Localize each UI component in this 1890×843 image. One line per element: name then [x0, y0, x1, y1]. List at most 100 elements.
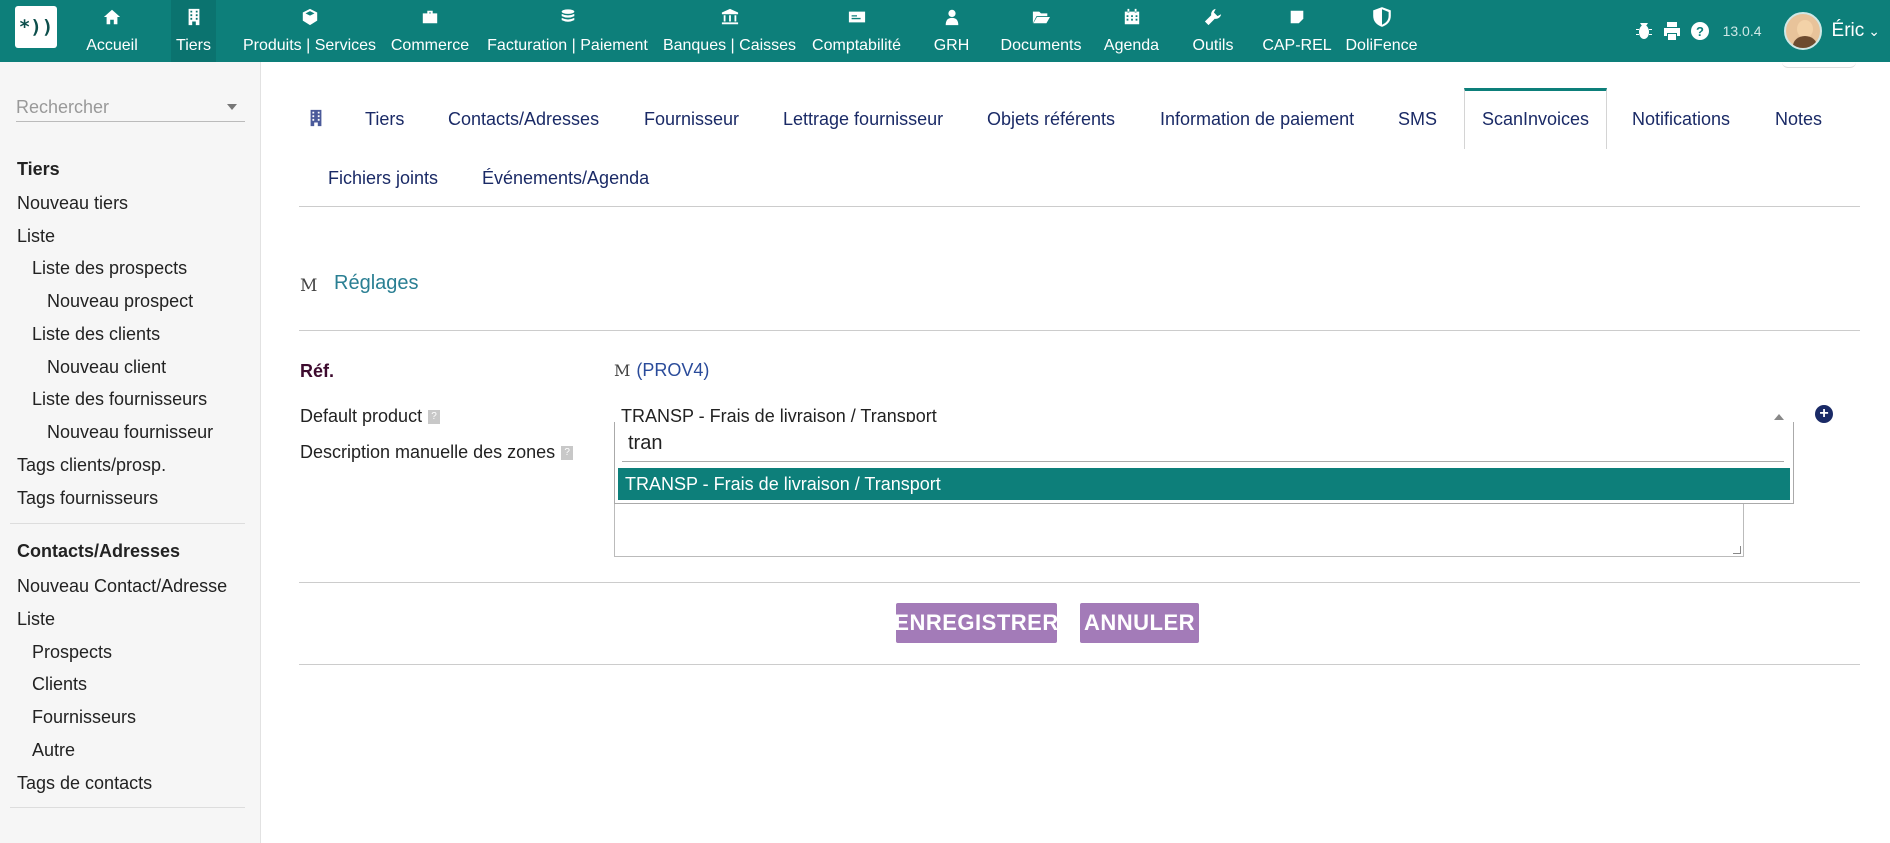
menu-label: Comptabilité [812, 37, 901, 54]
user-tie-icon [943, 6, 961, 28]
ref-label: Réf. [300, 361, 335, 381]
menu-accueil[interactable]: Accueil [84, 0, 140, 62]
sidebar-search-select[interactable]: Rechercher [16, 92, 245, 122]
print-icon[interactable] [1661, 20, 1683, 42]
sidebar-item-prospects[interactable]: Prospects [32, 642, 112, 663]
help-icon[interactable]: ? [1689, 20, 1711, 42]
resize-handle-icon[interactable] [1733, 546, 1741, 554]
section-divider [299, 330, 1860, 331]
main-content: Tiers Contacts/Adresses Fournisseur Lett… [262, 62, 1890, 843]
coins-icon [559, 6, 577, 28]
username[interactable]: Éric [1832, 20, 1865, 42]
sidebar-item-liste-fournisseurs[interactable]: Liste des fournisseurs [32, 389, 207, 410]
cube-icon [301, 6, 319, 28]
module-icon: M [614, 361, 631, 380]
dolibarr-logo[interactable]: *)) [15, 6, 57, 48]
sidebar-item-tags-contacts[interactable]: Tags de contacts [17, 773, 152, 794]
menu-documents[interactable]: Documents [999, 0, 1083, 62]
tab-fichiers-joints[interactable]: Fichiers joints [328, 168, 438, 189]
sidebar-title-contacts[interactable]: Contacts/Adresses [17, 541, 180, 562]
tab-notes[interactable]: Notes [1775, 109, 1822, 130]
tab-notifications[interactable]: Notifications [1632, 109, 1730, 130]
suitcase-icon [421, 6, 439, 28]
product-dropdown: tran TRANSP - Frais de livraison / Trans… [614, 422, 1794, 504]
sidebar-separator [10, 523, 245, 524]
tab-scaninvoices[interactable]: ScanInvoices [1482, 109, 1589, 130]
sidebar-item-nouveau-prospect[interactable]: Nouveau prospect [47, 291, 193, 312]
wrench-icon [1204, 6, 1222, 28]
dropdown-arrow-icon[interactable] [1774, 414, 1784, 420]
tab-evenements-agenda[interactable]: Événements/Agenda [482, 168, 649, 189]
sidebar-item-clients[interactable]: Clients [32, 674, 87, 695]
menu-facturation-paiement[interactable]: Facturation | Paiement [486, 0, 649, 62]
ref-value: M (PROV4) [614, 360, 709, 381]
menu-comptabilite[interactable]: Comptabilité [810, 0, 903, 62]
menu-commerce[interactable]: Commerce [390, 0, 470, 62]
svg-text:?: ? [1696, 24, 1704, 39]
menu-tiers[interactable]: Tiers [171, 0, 216, 62]
dropdown-option[interactable]: TRANSP - Frais de livraison / Transport [618, 468, 1790, 500]
description-label-text: Description manuelle des zones [300, 442, 556, 462]
tab-objets-referents[interactable]: Objets référents [987, 109, 1115, 130]
building-icon [185, 6, 203, 28]
menu-cap-rel[interactable]: CAP-REL [1262, 0, 1332, 62]
sidebar-item-liste-contacts[interactable]: Liste [17, 609, 55, 630]
user-avatar[interactable] [1783, 12, 1822, 50]
tab-information-paiement[interactable]: Information de paiement [1160, 109, 1354, 130]
search-placeholder: Rechercher [16, 97, 110, 117]
menu-outils[interactable]: Outils [1190, 0, 1236, 62]
sidebar-separator [10, 807, 245, 808]
chevron-down-icon[interactable]: ⌄ [1868, 23, 1880, 40]
menu-grh[interactable]: GRH [933, 0, 970, 62]
bank-icon [721, 6, 739, 28]
sidebar-item-fournisseurs[interactable]: Fournisseurs [32, 707, 136, 728]
sidebar-item-tags-clients[interactable]: Tags clients/prosp. [17, 455, 166, 476]
menu-label: Tiers [176, 37, 211, 54]
shield-icon [1371, 6, 1393, 28]
sidebar-item-nouveau-client[interactable]: Nouveau client [47, 357, 166, 378]
menu-label: GRH [933, 37, 970, 54]
bug-icon[interactable] [1633, 20, 1655, 42]
folder-open-icon [1032, 6, 1050, 28]
default-product-label-text: Default product [300, 406, 423, 426]
tab-lettrage-fournisseur[interactable]: Lettrage fournisseur [783, 109, 943, 130]
sidebar-item-nouveau-contact[interactable]: Nouveau Contact/Adresse [17, 576, 227, 597]
sidebar-item-liste-clients[interactable]: Liste des clients [32, 324, 160, 345]
sidebar-item-liste-prospects[interactable]: Liste des prospects [32, 258, 187, 279]
note-icon [1288, 6, 1306, 28]
cancel-button[interactable]: ANNULER [1080, 603, 1199, 643]
tab-tiers[interactable]: Tiers [365, 109, 404, 130]
tab-sms[interactable]: SMS [1398, 109, 1437, 130]
sidebar-item-nouveau-tiers[interactable]: Nouveau tiers [17, 193, 128, 214]
menu-label: Banques | Caisses [662, 37, 797, 54]
top-right-tools: ? 13.0.4 Éric ⌄ [1633, 0, 1890, 62]
menu-banques-caisses[interactable]: Banques | Caisses [663, 0, 796, 62]
menu-label: DoliFence [1345, 37, 1418, 54]
default-product-label: Default product? [300, 406, 441, 427]
menu-label: Accueil [86, 37, 138, 54]
sidebar-item-autre[interactable]: Autre [32, 740, 75, 761]
sidebar-item-nouveau-fournisseur[interactable]: Nouveau fournisseur [47, 422, 213, 443]
top-decoration [1782, 62, 1856, 68]
save-button[interactable]: ENREGISTRER [894, 603, 1058, 643]
top-menu-bar: *)) Accueil Tiers Produits | Services Co… [0, 0, 1890, 62]
dropdown-arrow-icon [227, 104, 237, 110]
sidebar-title-tiers[interactable]: Tiers [17, 159, 60, 180]
tab-contacts-adresses[interactable]: Contacts/Adresses [448, 109, 599, 130]
menu-dolifence[interactable]: DoliFence [1345, 0, 1418, 62]
menu-produits-services[interactable]: Produits | Services [241, 0, 378, 62]
menu-label: CAP-REL [1262, 37, 1332, 54]
sidebar-item-liste[interactable]: Liste [17, 226, 55, 247]
dropdown-search-input[interactable]: tran [622, 432, 1784, 462]
tab-fournisseur[interactable]: Fournisseur [644, 109, 739, 130]
help-icon[interactable]: ? [561, 446, 574, 461]
left-sidebar: Rechercher Tiers Nouveau tiers Liste Lis… [0, 62, 261, 843]
menu-label: Documents [1000, 37, 1082, 54]
sidebar-item-tags-fournisseurs[interactable]: Tags fournisseurs [17, 488, 158, 509]
help-icon[interactable]: ? [428, 410, 441, 425]
ref-value-text[interactable]: (PROV4) [636, 360, 709, 380]
version-number: 13.0.4 [1722, 23, 1762, 39]
menu-agenda[interactable]: Agenda [1102, 0, 1161, 62]
add-product-button[interactable]: + [1815, 405, 1833, 423]
calendar-icon [1123, 6, 1141, 28]
